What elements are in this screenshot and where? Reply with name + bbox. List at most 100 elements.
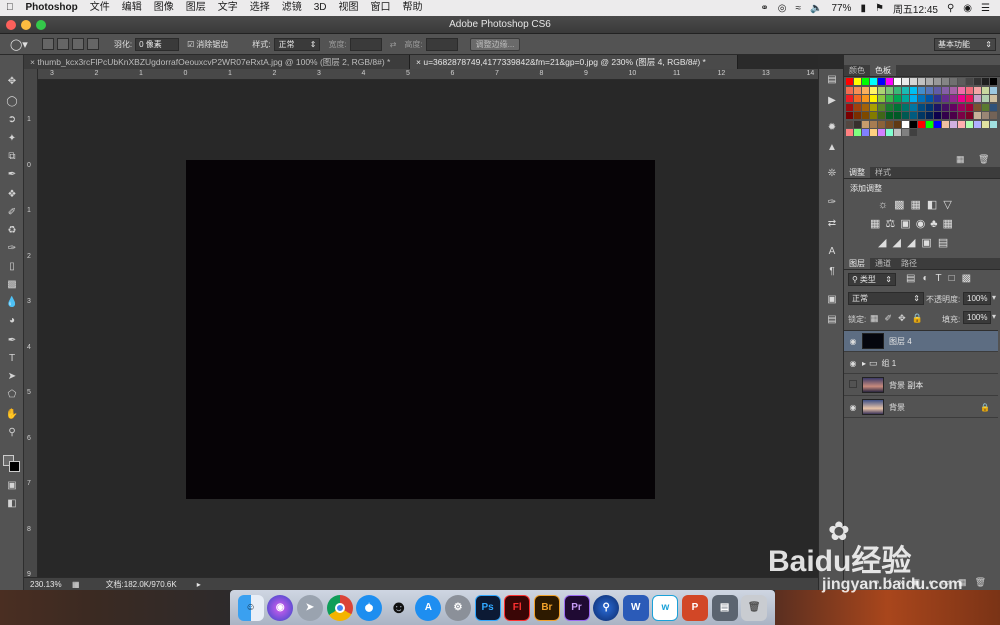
status-info-icon[interactable]: ▦: [72, 580, 80, 589]
lock-all-icon[interactable]: 🔒: [912, 313, 929, 323]
color-swatch[interactable]: [878, 120, 885, 128]
color-swatch[interactable]: [958, 112, 965, 119]
color-swatch[interactable]: [854, 95, 861, 102]
lasso-tool-icon[interactable]: ➲: [4, 113, 20, 127]
color-swatch[interactable]: [950, 86, 957, 94]
color-swatch[interactable]: [934, 112, 941, 119]
color-swatch[interactable]: [910, 86, 917, 94]
color-swatch[interactable]: [902, 129, 909, 136]
add-selection-icon[interactable]: [56, 38, 69, 50]
color-swatch[interactable]: [894, 112, 901, 119]
color-swatch[interactable]: [862, 112, 869, 119]
color-swatch[interactable]: [886, 86, 893, 94]
brightness-icon[interactable]: ☼: [878, 199, 894, 211]
color-swatch[interactable]: [934, 78, 941, 85]
filter-smart-object-icon[interactable]: ▩: [962, 273, 978, 284]
color-swatch[interactable]: [846, 95, 853, 102]
trash-icon[interactable]: 🗑: [741, 594, 768, 621]
color-swatch[interactable]: [862, 120, 869, 128]
color-swatch[interactable]: [910, 103, 917, 111]
elliptical-marquee-preset-icon[interactable]: ◯▾: [10, 38, 28, 51]
color-swatch[interactable]: [974, 95, 981, 102]
app-menu[interactable]: Photoshop: [20, 0, 84, 16]
paragraph-panel-icon[interactable]: ¶: [824, 265, 840, 279]
navigator-panel-icon[interactable]: ✹: [824, 121, 840, 135]
color-swatch[interactable]: [966, 95, 973, 102]
color-swatch[interactable]: [966, 112, 973, 119]
layer-filter-select[interactable]: ⚲ 类型 ⇕: [848, 273, 896, 286]
invert-icon[interactable]: ◢: [878, 237, 892, 249]
color-swatch[interactable]: [910, 129, 917, 136]
color-swatch[interactable]: [854, 86, 861, 94]
blend-mode-select[interactable]: 正常 ⇕: [848, 292, 924, 305]
layer-comps-panel-icon[interactable]: ▣: [824, 293, 840, 307]
menu-edit[interactable]: 编辑: [116, 0, 148, 16]
color-swatch[interactable]: [854, 129, 861, 136]
antialias-checkbox[interactable]: ☑: [187, 40, 194, 49]
color-swatch[interactable]: [950, 120, 957, 128]
group-expand-icon[interactable]: ▸: [862, 359, 866, 368]
powerpoint-icon[interactable]: P: [682, 594, 708, 621]
tab-paths[interactable]: 路径: [896, 258, 922, 269]
filter-pixel-icon[interactable]: ▤: [906, 273, 922, 284]
color-swatch[interactable]: [894, 103, 901, 111]
eraser-tool-icon[interactable]: ▯: [4, 260, 20, 274]
color-swatch[interactable]: [934, 86, 941, 94]
color-balance-icon[interactable]: ⚖: [885, 218, 900, 230]
menu-image[interactable]: 图像: [148, 0, 180, 16]
color-swatch[interactable]: [974, 103, 981, 111]
notes-panel-icon[interactable]: ▤: [824, 313, 840, 327]
opacity-dropdown-icon[interactable]: ▾: [992, 293, 996, 302]
color-swatch[interactable]: [990, 95, 997, 102]
color-swatch[interactable]: [862, 86, 869, 94]
launchpad-icon[interactable]: ➤: [296, 594, 323, 621]
color-swatch[interactable]: [894, 78, 901, 85]
color-swatch[interactable]: [942, 112, 949, 119]
color-swatch[interactable]: [918, 95, 925, 102]
brush-panel-icon[interactable]: ✑: [824, 196, 840, 210]
tab-adjustments[interactable]: 调整: [844, 167, 870, 178]
color-swatch[interactable]: [870, 86, 877, 94]
histogram-panel-icon[interactable]: ▲: [824, 141, 840, 155]
color-swatch[interactable]: [950, 103, 957, 111]
minimize-window-button[interactable]: [21, 20, 31, 30]
clone-source-panel-icon[interactable]: ⇄: [824, 217, 840, 231]
menu-type[interactable]: 文字: [212, 0, 244, 16]
color-swatch[interactable]: [950, 78, 957, 85]
blur-tool-icon[interactable]: 💧: [4, 296, 20, 310]
color-swatch[interactable]: [894, 129, 901, 136]
height-input[interactable]: [425, 37, 458, 51]
premiere-icon[interactable]: Pr: [563, 594, 590, 621]
color-swatch[interactable]: [966, 86, 973, 94]
color-swatch[interactable]: [854, 103, 861, 111]
refine-edge-button[interactable]: 调整边缘...: [469, 37, 521, 51]
color-swatch[interactable]: [886, 95, 893, 102]
healing-brush-tool-icon[interactable]: ❖: [4, 188, 20, 202]
color-swatch[interactable]: [862, 95, 869, 102]
pen-tool-icon[interactable]: ✒: [4, 334, 20, 348]
spotlight-icon[interactable]: ⚲: [947, 3, 954, 14]
siri-icon[interactable]: ◉: [267, 594, 294, 621]
history-brush-tool-icon[interactable]: ✑: [4, 242, 20, 256]
feather-input[interactable]: 0 像素: [135, 37, 180, 51]
color-swatch[interactable]: [878, 129, 885, 136]
actions-panel-icon[interactable]: ▶: [824, 94, 840, 108]
color-swatch[interactable]: [958, 120, 965, 128]
color-swatch[interactable]: [862, 78, 869, 85]
wiz-note-icon[interactable]: w: [652, 594, 679, 621]
type-tool-icon[interactable]: T: [4, 352, 20, 366]
color-swatch[interactable]: [942, 86, 949, 94]
clone-stamp-tool-icon[interactable]: ♻: [4, 224, 20, 238]
gradient-map-icon[interactable]: ▤: [938, 237, 954, 249]
color-swatch[interactable]: [934, 103, 941, 111]
color-swatch[interactable]: [910, 112, 917, 119]
brush-presets-panel-icon[interactable]: ❊: [824, 167, 840, 181]
workspace-select[interactable]: 基本功能 ⇕: [934, 37, 996, 51]
color-swatch[interactable]: [942, 103, 949, 111]
creative-cloud-icon[interactable]: ⚭: [760, 3, 768, 14]
tab-swatches[interactable]: 色板: [870, 65, 896, 76]
color-swatch[interactable]: [902, 103, 909, 111]
vibrance-icon[interactable]: ▽: [943, 199, 957, 211]
intersect-selection-icon[interactable]: [86, 38, 99, 50]
posterize-icon[interactable]: ◢: [892, 237, 906, 249]
